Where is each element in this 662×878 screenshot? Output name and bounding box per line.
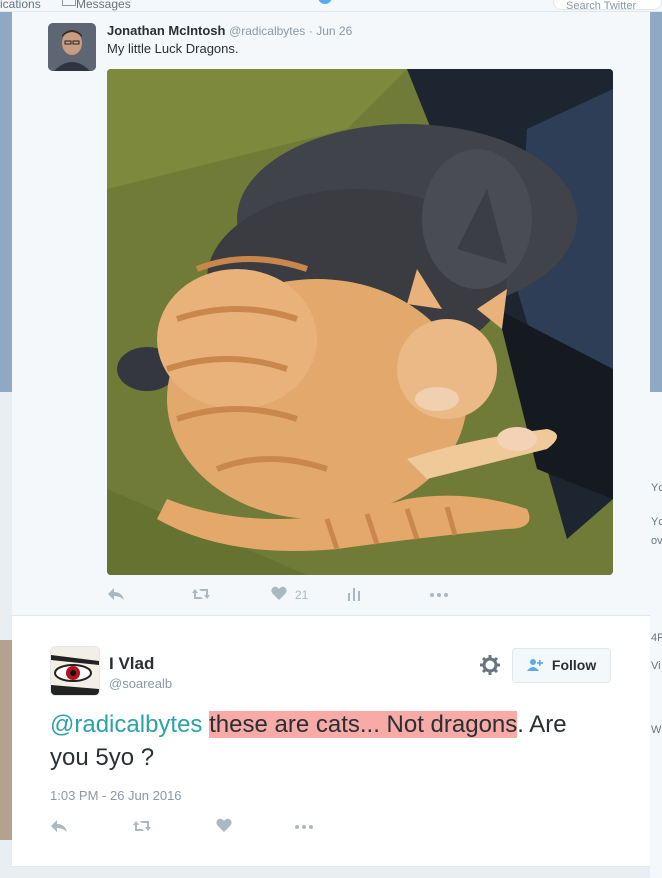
avatar[interactable] — [48, 23, 96, 71]
background-right-text: Yc — [651, 516, 662, 528]
more-icon[interactable] — [429, 586, 449, 606]
author-handle[interactable]: @radicalbytes — [229, 24, 305, 38]
cats-photo — [107, 69, 613, 575]
tweet-photo[interactable] — [107, 69, 613, 575]
background-right-text: W — [651, 724, 662, 736]
tweet-text: @radicalbytes these are cats... Not drag… — [50, 708, 630, 774]
envelope-icon — [62, 0, 76, 6]
reply-tweet[interactable]: I Vlad @soarealb Follow @radicalbytes th… — [12, 616, 650, 878]
author-handle[interactable]: @soarealb — [109, 676, 172, 691]
background-right-text: 4R — [651, 632, 662, 644]
parent-tweet[interactable]: Jonathan McIntosh @radicalbytes · Jun 26… — [12, 12, 650, 616]
retweet-icon[interactable] — [132, 818, 152, 838]
background-right-header-image — [650, 12, 662, 392]
reply-icon[interactable] — [50, 818, 68, 838]
add-user-icon — [527, 657, 547, 673]
tweet-timestamp[interactable]: 1:03 PM - 26 Jun 2016 — [50, 788, 182, 803]
search-placeholder: Search Twitter — [566, 0, 637, 12]
nav-notifications[interactable]: ications — [0, 0, 41, 11]
retweet-icon[interactable] — [191, 586, 211, 606]
background-right-text: Vi — [651, 660, 661, 672]
top-nav-bar: ications Messages Search Twitter — [0, 0, 662, 12]
highlighted-text: these are cats... Not dragons — [209, 711, 518, 738]
background-left-header-image — [0, 12, 12, 392]
more-icon[interactable] — [294, 818, 314, 838]
tweet-text: My little Luck Dragons. — [107, 41, 239, 56]
analytics-icon[interactable] — [347, 586, 361, 606]
reply-icon[interactable] — [107, 586, 125, 606]
avatar-eye-drawing — [51, 647, 99, 695]
tweet-text-rest: . Are — [517, 711, 567, 738]
avatar[interactable] — [50, 646, 100, 696]
tweet-text-rest: you 5yo ? — [50, 744, 155, 771]
follow-button[interactable]: Follow — [512, 648, 611, 683]
search-input[interactable]: Search Twitter — [553, 0, 662, 12]
background-right-text: Yc — [651, 482, 662, 494]
like-count: 21 — [295, 588, 309, 602]
author-name[interactable]: I Vlad — [109, 654, 154, 674]
background-left-card — [0, 640, 12, 840]
follow-label: Follow — [551, 657, 597, 673]
bottom-reply-bar — [12, 866, 650, 878]
tweet-date[interactable]: · Jun 26 — [309, 24, 352, 38]
like-button[interactable]: 21 — [271, 586, 308, 606]
avatar-portrait — [48, 23, 96, 71]
tweet-actions: 21 — [107, 586, 467, 608]
twitter-bird-icon[interactable] — [318, 0, 332, 4]
tweet-header: Jonathan McIntosh @radicalbytes · Jun 26 — [107, 23, 352, 38]
nav-messages[interactable]: Messages — [76, 0, 131, 11]
tweet-actions — [50, 818, 350, 840]
background-right-text: ov — [651, 535, 662, 547]
heart-icon[interactable] — [216, 818, 232, 838]
author-name[interactable]: Jonathan McIntosh — [107, 23, 225, 38]
gear-icon[interactable] — [479, 654, 501, 676]
heart-icon — [271, 586, 287, 600]
mention-link[interactable]: @radicalbytes — [50, 711, 202, 738]
